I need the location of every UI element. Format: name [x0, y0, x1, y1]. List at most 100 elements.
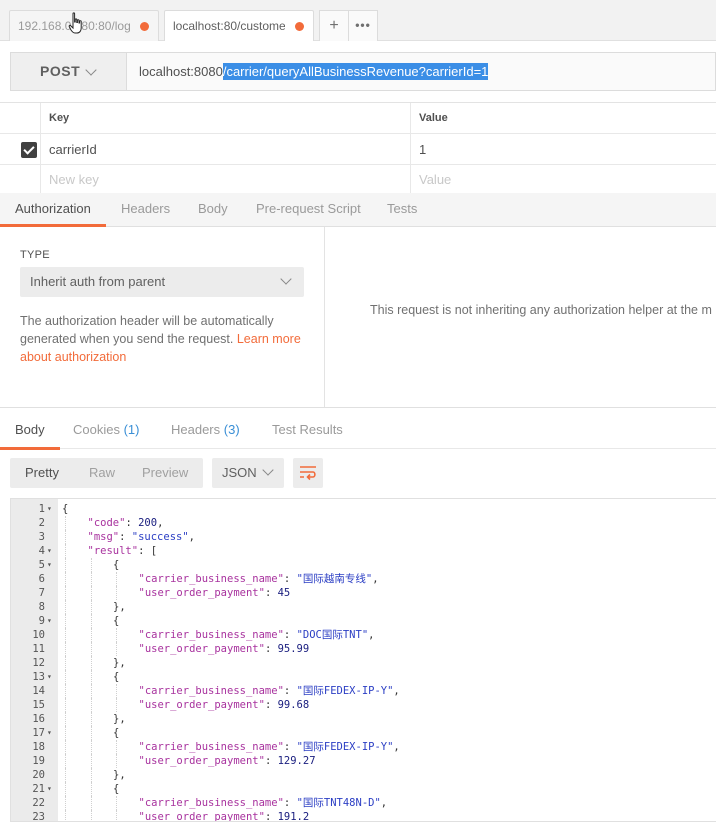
tab-test-results[interactable]: Test Results	[272, 408, 343, 450]
fold-arrow-icon[interactable]: ▾	[47, 614, 52, 628]
line-number: 1	[38, 503, 45, 515]
params-check-cell	[0, 134, 41, 164]
indent-guide	[90, 572, 92, 586]
json-punctuation: :	[119, 531, 132, 543]
code-text: },	[113, 768, 126, 782]
code-text: "code": 200,	[88, 516, 164, 530]
response-format-select[interactable]: JSON	[212, 458, 284, 488]
code-text: },	[113, 600, 126, 614]
response-tabs: Body Cookies (1) Headers (3) Test Result…	[0, 407, 716, 450]
code-text: {	[113, 558, 119, 572]
tab-response-headers[interactable]: Headers (3)	[171, 408, 240, 450]
indent-guide	[65, 516, 66, 530]
code-text: {	[113, 614, 119, 628]
new-key-input[interactable]: New key	[49, 165, 99, 193]
params-check-cell	[0, 165, 41, 193]
fold-arrow-icon[interactable]: ▾	[47, 670, 52, 684]
line-number: 21	[32, 783, 45, 795]
tab-tests[interactable]: Tests	[387, 193, 417, 227]
tab-headers[interactable]: Headers	[121, 193, 170, 227]
indent-guide	[65, 614, 66, 628]
tab-authorization[interactable]: Authorization	[0, 193, 106, 227]
fold-arrow-icon[interactable]: ▾	[47, 782, 52, 796]
indent-guide	[65, 628, 66, 642]
fold-arrow-icon[interactable]: ▾	[47, 502, 52, 516]
json-punctuation: ,	[372, 573, 379, 585]
indent-guide	[116, 572, 117, 586]
indent-guide	[65, 740, 66, 754]
new-tab-button[interactable]: +	[319, 10, 349, 41]
json-punctuation: ,	[188, 531, 195, 543]
json-key: "carrier_business_name"	[138, 629, 284, 641]
hand-cursor-icon	[68, 12, 82, 34]
code-text: {	[113, 670, 119, 684]
line-number: 4	[38, 545, 45, 557]
line-number: 13	[32, 671, 45, 683]
indent-guide	[116, 754, 117, 768]
code-line: 5 ▾ {	[11, 558, 716, 572]
params-check-column	[0, 103, 41, 133]
auth-type-select[interactable]: Inherit auth from parent	[20, 267, 304, 297]
json-number: 191.2	[277, 811, 310, 822]
request-tab-customer[interactable]: localhost:80/customer	[164, 10, 314, 41]
view-pretty-button[interactable]: Pretty	[25, 458, 59, 488]
line-number: 15	[32, 699, 45, 711]
code-line: 10 "carrier_business_name": "DOC国际TNT",	[11, 628, 716, 642]
more-tabs-button[interactable]: •••	[348, 10, 378, 41]
view-raw-button[interactable]: Raw	[89, 458, 115, 488]
line-number: 22	[32, 797, 45, 809]
indent-guide	[65, 754, 66, 768]
tab-cookies[interactable]: Cookies (1)	[73, 408, 139, 450]
indent-guide	[65, 670, 66, 684]
code-line: 7 "user_order_payment": 45	[11, 586, 716, 600]
json-string: "DOC国际TNT"	[296, 629, 369, 641]
code-text: "carrier_business_name": "国际越南专线",	[139, 572, 379, 586]
fold-arrow-icon[interactable]: ▾	[47, 544, 52, 558]
indent-guide	[65, 656, 66, 670]
tab-response-body[interactable]: Body	[0, 408, 60, 450]
json-punctuation: :	[283, 573, 297, 585]
fold-arrow-icon[interactable]: ▾	[47, 558, 52, 572]
http-method-select[interactable]: POST	[11, 53, 127, 90]
json-string: "国际FEDEX-IP-Y"	[296, 685, 394, 697]
tab-body[interactable]: Body	[198, 193, 228, 227]
fold-arrow-icon[interactable]: ▾	[47, 726, 52, 740]
code-text: "result": [	[88, 544, 158, 558]
json-punctuation: :	[125, 517, 139, 529]
json-punctuation: : [	[138, 545, 158, 557]
json-punctuation: :	[264, 587, 278, 599]
indent-guide	[65, 572, 66, 586]
code-line: 22 "carrier_business_name": "国际TNT48N-D",	[11, 796, 716, 810]
code-line: 16},	[11, 712, 716, 726]
view-preview-button[interactable]: Preview	[142, 458, 188, 488]
wrap-lines-button[interactable]	[293, 458, 323, 488]
auth-inherit-message: This request is not inheriting any autho…	[370, 303, 712, 317]
params-new-row: New key Value	[0, 165, 716, 194]
code-text: },	[113, 712, 126, 726]
indent-guide	[90, 712, 92, 726]
request-tab-login[interactable]: 192.168.0.180:80/login	[9, 10, 159, 41]
code-line: 3 "msg": "success",	[11, 530, 716, 544]
line-number: 9	[38, 615, 45, 627]
indent-guide	[116, 684, 117, 698]
param-key-input[interactable]: carrierId	[49, 134, 97, 164]
line-number: 5	[38, 559, 45, 571]
param-value-input[interactable]: 1	[410, 134, 716, 164]
tab-pre-request-script[interactable]: Pre-request Script	[256, 193, 361, 227]
code-text: "user_order_payment": 191.2	[139, 810, 310, 822]
chevron-down-icon	[85, 64, 97, 76]
url-input[interactable]: localhost:8080/carrier/queryAllBusinessR…	[139, 53, 489, 90]
new-value-input[interactable]: Value	[410, 165, 716, 193]
headers-count-badge: (3)	[223, 422, 240, 437]
code-text: {	[113, 726, 119, 740]
response-body-code[interactable]: 1 ▾{2 "code": 200, 3 "msg": "success", 4 ▾ "res…	[10, 498, 716, 822]
json-string: "国际越南专线"	[296, 573, 373, 585]
param-enabled-checkbox[interactable]	[21, 142, 37, 158]
json-number: 45	[277, 587, 291, 599]
response-view-switch: Pretty Raw Preview	[10, 458, 203, 488]
code-line: 23 "user_order_payment": 191.2	[11, 810, 716, 822]
code-text: "user_order_payment": 45	[139, 586, 291, 600]
code-text: "user_order_payment": 99.68	[139, 698, 310, 712]
request-tab-label: localhost:80/customer	[173, 19, 285, 33]
line-number: 12	[32, 657, 45, 669]
